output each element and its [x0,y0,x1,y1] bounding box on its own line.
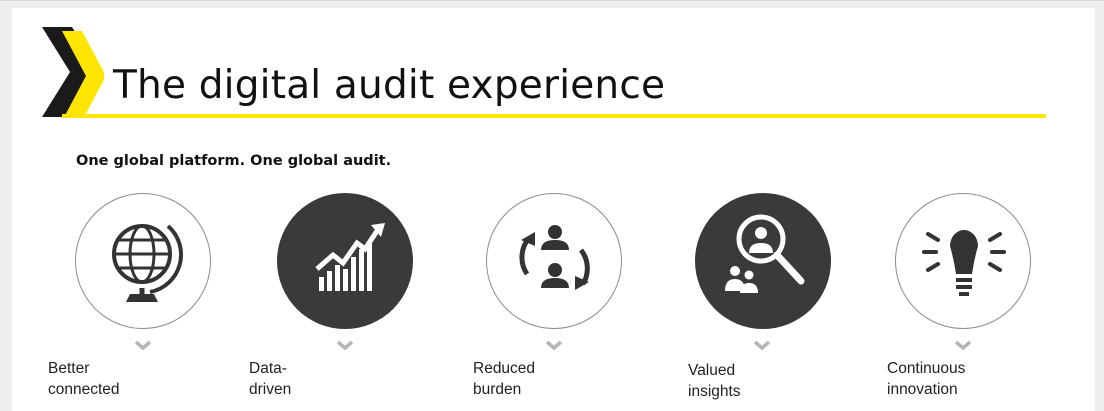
chevron-down-icon [545,340,563,350]
title-underline [62,114,1046,118]
chevron-down-icon [753,340,771,350]
lightbulb-icon [922,230,1006,296]
chevron-down-icon [336,340,354,350]
people-exchange-icon [519,225,590,290]
feature-label: Continuous innovation [887,360,966,398]
chevron-down-icon [954,340,972,350]
page-title: The digital audit experience [113,63,666,108]
subtitle: One global platform. One global audit. [76,153,392,169]
icon-circle [695,193,831,329]
feature-label: Valued insights [688,362,741,400]
feature-label: Reduced burden [473,360,536,398]
chevron-down-icon [134,340,152,350]
magnifier-people-icon [725,214,805,293]
globe-icon [112,224,183,302]
icon-circle [277,193,413,329]
icon-circle [895,193,1031,329]
icon-circle [486,193,622,329]
feature-label: Better connected [48,360,120,398]
icon-circle [75,193,211,329]
chevron-logo-icon [42,27,104,117]
feature-label: Data- driven [249,360,292,398]
rising-chart-icon [315,223,385,291]
